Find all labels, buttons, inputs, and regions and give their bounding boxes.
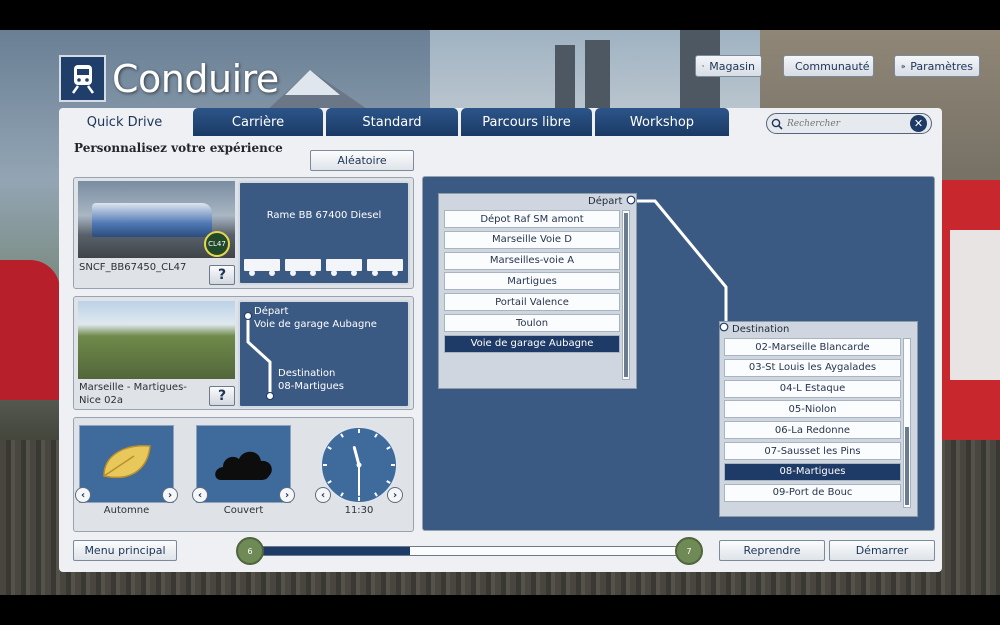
resume-button[interactable]: Reprendre — [719, 540, 825, 561]
weather-tile[interactable] — [196, 425, 291, 503]
locomotive-name: SNCF_BB67450_CL47 — [79, 262, 187, 273]
departure-node-icon — [626, 195, 636, 205]
settings-label: Paramètres — [910, 59, 973, 73]
gear-icon — [901, 64, 905, 68]
season-label: Automne — [103, 505, 150, 516]
time-next-button[interactable]: › — [387, 487, 403, 503]
season-prev-button[interactable]: ‹ — [75, 487, 91, 503]
destination-item[interactable]: 06-La Redonne — [724, 421, 901, 440]
departure-scrollbar[interactable] — [622, 210, 630, 380]
departure-item[interactable]: Voie de garage Aubagne — [444, 334, 620, 353]
tab-quick-drive[interactable]: Quick Drive — [59, 108, 190, 136]
step-badge-current: 6 — [236, 537, 264, 565]
consist-box[interactable]: Rame BB 67400 Diesel — [238, 181, 410, 285]
destination-scroll-thumb[interactable] — [905, 427, 909, 505]
route-start-label: Départ — [254, 306, 289, 317]
season-tile[interactable] — [79, 425, 174, 503]
departure-list-title: Départ — [588, 196, 623, 207]
season-next-button[interactable]: › — [162, 487, 178, 503]
route-thumbnail[interactable] — [78, 301, 235, 379]
cart-icon — [702, 65, 705, 67]
settings-button[interactable]: Paramètres — [894, 55, 980, 77]
destination-item[interactable]: 03-St Louis les Aygalades — [724, 358, 901, 377]
destination-item[interactable]: 08-Martigues — [724, 462, 901, 481]
random-button[interactable]: Aléatoire — [310, 150, 414, 171]
route-dest-value: 08-Martigues — [278, 381, 344, 392]
destination-item[interactable]: 04-L Estaque — [724, 379, 901, 398]
route-dest-label: Destination — [278, 368, 336, 379]
mode-tabs: Quick Drive Carrière Standard Parcours l… — [59, 108, 732, 136]
progress-fill — [248, 547, 411, 555]
progress-bar — [247, 546, 687, 556]
main-menu-button[interactable]: Menu principal — [73, 540, 177, 561]
wagon-icon — [244, 259, 280, 276]
weather-label: Couvert — [223, 505, 264, 516]
departure-item[interactable]: Marseilles-voie A — [444, 251, 620, 270]
leaf-icon — [103, 445, 151, 479]
route-name: Marseille - Martigues-Nice 02a — [79, 382, 187, 406]
time-prev-button[interactable]: ‹ — [315, 487, 331, 503]
search-box: ✕ — [766, 113, 932, 134]
locomotive-image — [92, 203, 212, 237]
consist-name: Rame BB 67400 Diesel — [266, 210, 382, 221]
page-title: Conduire — [112, 56, 279, 101]
close-icon[interactable]: ✕ — [910, 115, 927, 132]
route-start-value: Voie de garage Aubagne — [254, 319, 377, 330]
community-button[interactable]: Communauté — [783, 55, 874, 77]
route-summary-box: Départ Voie de garage Aubagne Destinatio… — [238, 300, 410, 408]
locomotive-help-button[interactable]: ? — [209, 265, 235, 285]
mountain-snow — [285, 70, 340, 95]
app-brand: Conduire — [59, 55, 279, 102]
route-help-button[interactable]: ? — [209, 386, 235, 406]
departure-item[interactable]: Dépot Raf SM amont — [444, 210, 620, 228]
destination-list-title: Destination — [732, 324, 790, 335]
departure-item[interactable]: Toulon — [444, 314, 620, 332]
tab-free-roam[interactable]: Parcours libre — [461, 108, 592, 136]
search-icon — [771, 118, 783, 130]
wagon-icon — [326, 259, 362, 276]
weather-prev-button[interactable]: ‹ — [192, 487, 208, 503]
start-button[interactable]: Démarrer — [829, 540, 935, 561]
search-input[interactable] — [787, 118, 910, 129]
destination-item[interactable]: 09-Port de Bouc — [724, 483, 901, 502]
store-label: Magasin — [709, 59, 755, 73]
tab-workshop[interactable]: Workshop — [595, 108, 729, 136]
departure-item[interactable]: Martigues — [444, 272, 620, 291]
section-subtitle: Personnalisez votre expérience — [74, 141, 283, 155]
time-label: 11:30 — [344, 505, 374, 516]
destination-item[interactable]: 02-Marseille Blancarde — [724, 338, 901, 356]
departure-item[interactable]: Marseille Voie D — [444, 230, 620, 249]
cloud-icon — [215, 451, 272, 480]
train-backdrop-left — [0, 260, 60, 400]
wagon-icon — [285, 259, 321, 276]
destination-item[interactable]: 05-Niolon — [724, 400, 901, 419]
store-button[interactable]: Magasin — [695, 55, 762, 77]
letterbox-bottom — [0, 595, 1000, 625]
destination-node-icon — [719, 322, 729, 332]
departure-item[interactable]: Portail Valence — [444, 293, 620, 312]
tab-career[interactable]: Carrière — [193, 108, 323, 136]
weather-next-button[interactable]: › — [279, 487, 295, 503]
livery-badge: CL47 — [204, 231, 230, 257]
wagon-icon — [367, 259, 403, 276]
destination-item[interactable]: 07-Sausset les Pins — [724, 442, 901, 460]
departure-scroll-thumb[interactable] — [624, 213, 628, 377]
step-badge-next: 7 — [675, 537, 703, 565]
train-icon — [59, 55, 106, 102]
tab-standard[interactable]: Standard — [326, 108, 458, 136]
destination-scrollbar[interactable] — [903, 338, 911, 508]
train-backdrop-right-panel — [950, 230, 1000, 380]
community-label: Communauté — [795, 59, 870, 73]
letterbox-top — [0, 0, 1000, 30]
